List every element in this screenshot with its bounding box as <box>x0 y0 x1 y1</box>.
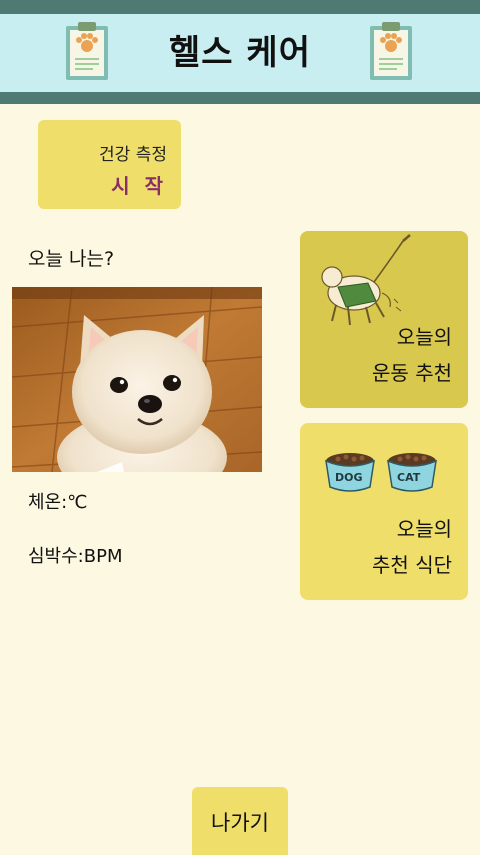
exercise-card-line2: 운동 추천 <box>372 361 452 385</box>
app-header: 헬스 케어 <box>0 0 480 104</box>
dog-bowl-label: DOG <box>335 471 363 484</box>
diet-recommendation-button[interactable]: DOG CAT 오늘의 추천 식단 <box>300 423 468 600</box>
diet-card-line2: 추천 식단 <box>372 553 452 577</box>
exercise-card-text: 오늘의 운동 추천 <box>372 319 452 391</box>
dog-photo <box>12 287 262 472</box>
paw-clipboard-icon <box>370 22 412 80</box>
today-heading: 오늘 나는? <box>28 248 115 270</box>
heart-rate-readout: 심박수:BPM <box>28 546 123 567</box>
header-band: 헬스 케어 <box>0 14 480 92</box>
diet-card-text: 오늘의 추천 식단 <box>372 511 452 583</box>
diet-card-line1: 오늘의 <box>396 517 452 541</box>
dog-walking-icon <box>321 234 411 326</box>
exercise-recommendation-button[interactable]: 오늘의 운동 추천 <box>300 231 468 408</box>
start-measurement-button[interactable]: 건강 측정 시 작 <box>38 120 181 209</box>
exit-button[interactable]: 나가기 <box>192 787 288 855</box>
cat-bowl-label: CAT <box>397 471 421 484</box>
pet-food-bowls-icon: DOG CAT <box>324 449 444 495</box>
temperature-readout: 체온:℃ <box>28 492 88 513</box>
start-label: 시 작 <box>111 174 167 198</box>
exercise-card-line1: 오늘의 <box>396 325 452 349</box>
measure-label: 건강 측정 <box>99 145 167 165</box>
